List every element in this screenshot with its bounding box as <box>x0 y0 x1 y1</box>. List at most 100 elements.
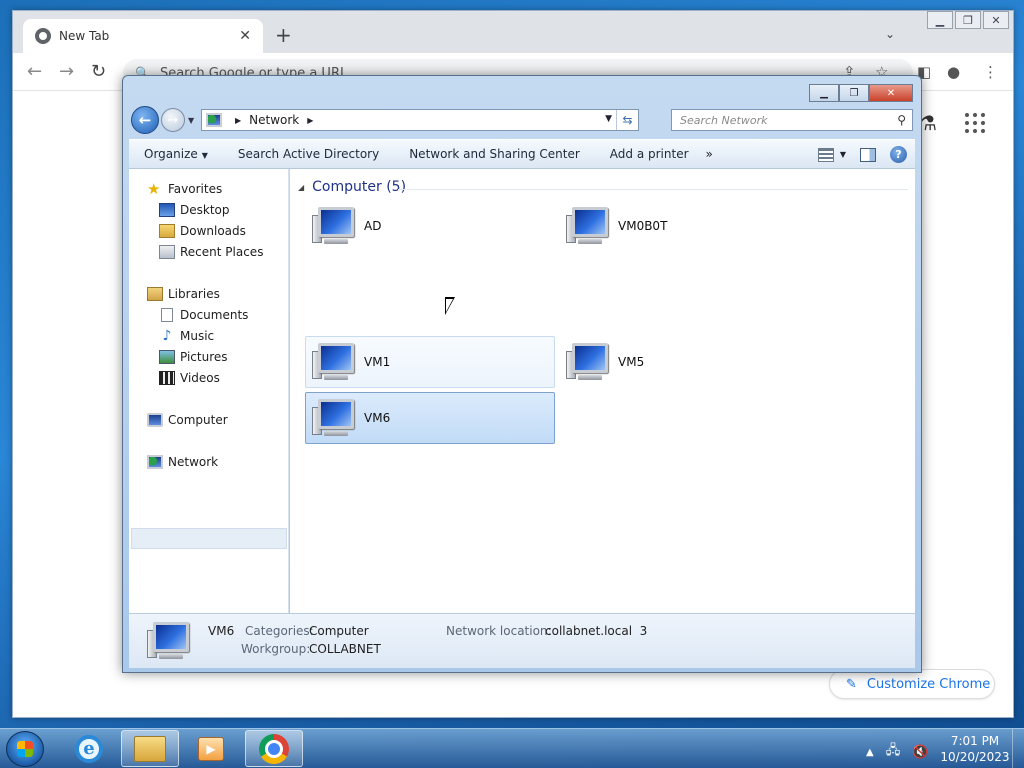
recent-pages-dropdown-icon[interactable]: ▼ <box>188 116 194 125</box>
forward-button[interactable]: → <box>161 108 185 132</box>
music-note-icon: ♪ <box>162 328 172 344</box>
system-tray: ▲ 🖧 🔇 <box>866 741 928 763</box>
network-location-value: collabnet.local 3 <box>545 624 648 638</box>
chrome-window-controls: ▁ ❐ ✕ <box>927 11 1009 29</box>
mouse-cursor-icon <box>445 297 455 315</box>
network-location-label: Network location: <box>446 624 552 638</box>
computer-item-vm0b0t[interactable]: VM0B0T <box>559 200 809 252</box>
network-icon <box>206 113 222 127</box>
nav-documents[interactable]: Documents <box>159 308 248 322</box>
file-list-pane: ◢ Computer (5) AD VM0B0T VM1 VM5 VM6 <box>290 169 915 613</box>
show-hidden-icons-icon[interactable]: ▲ <box>866 747 874 758</box>
network-sharing-center-button[interactable]: Network and Sharing Center <box>394 147 595 161</box>
search-icon[interactable]: ⚲ <box>897 113 906 127</box>
back-button[interactable]: ← <box>131 106 159 134</box>
chrome-favicon-icon <box>35 28 51 44</box>
back-arrow-icon[interactable]: ← <box>27 61 42 82</box>
workgroup-value: COLLABNET <box>309 642 381 656</box>
nav-network[interactable]: Network <box>147 455 218 469</box>
details-name: VM6 <box>208 624 235 638</box>
nav-libraries[interactable]: Libraries <box>147 287 220 301</box>
item-name: VM5 <box>618 355 645 369</box>
explorer-maximize-button[interactable]: ❐ <box>839 84 869 102</box>
breadcrumb-network[interactable]: Network <box>249 113 299 127</box>
computer-item-ad[interactable]: AD <box>305 200 555 252</box>
media-player-icon: ▶ <box>198 736 224 761</box>
command-bar: Organize ▼ Search Active Directory Networ… <box>129 139 915 169</box>
breadcrumb-separator-icon[interactable]: ▶ <box>235 116 241 125</box>
folder-icon <box>134 735 166 762</box>
start-button[interactable] <box>6 731 44 767</box>
maximize-button[interactable]: ❐ <box>955 11 981 29</box>
search-active-directory-button[interactable]: Search Active Directory <box>223 147 394 161</box>
clock-time: 7:01 PM <box>950 734 1000 748</box>
tab-search-icon[interactable]: ⌄ <box>885 27 895 41</box>
nav-desktop[interactable]: Desktop <box>159 203 230 217</box>
group-header-computer[interactable]: ◢ Computer (5) <box>298 179 406 195</box>
explorer-minimize-button[interactable]: ▁ <box>809 84 839 102</box>
customize-chrome-button[interactable]: ✎ Customize Chrome <box>829 669 995 699</box>
nav-videos[interactable]: Videos <box>159 371 220 385</box>
computer-icon <box>564 341 612 383</box>
search-placeholder: Search Network <box>680 113 768 127</box>
more-commands-button[interactable]: » <box>706 147 713 161</box>
explorer-close-button[interactable]: ✕ <box>869 84 913 102</box>
computer-icon <box>310 205 358 247</box>
taskbar-media-player[interactable]: ▶ <box>182 730 240 767</box>
computer-item-vm5[interactable]: VM5 <box>559 336 809 388</box>
forward-arrow-icon[interactable]: → <box>59 61 74 82</box>
close-button[interactable]: ✕ <box>983 11 1009 29</box>
show-desktop-button[interactable] <box>1012 729 1024 768</box>
new-tab-button[interactable]: + <box>275 25 292 45</box>
chrome-tab-new-tab[interactable]: New Tab ✕ <box>23 19 263 53</box>
computer-item-vm6[interactable]: VM6 <box>305 392 555 444</box>
tab-close-icon[interactable]: ✕ <box>239 28 251 44</box>
nav-downloads[interactable]: Downloads <box>159 224 246 238</box>
search-network-input[interactable]: Search Network ⚲ <box>671 109 913 131</box>
group-title: Computer (5) <box>312 179 407 195</box>
tab-title: New Tab <box>59 29 110 43</box>
nav-music[interactable]: ♪ Music <box>159 328 215 344</box>
reload-icon[interactable]: ↻ <box>91 61 106 82</box>
organize-button[interactable]: Organize ▼ <box>129 147 223 161</box>
categories-label: Categories: <box>245 624 314 638</box>
menu-kebab-icon[interactable]: ⋮ <box>983 63 998 81</box>
google-apps-icon[interactable] <box>965 113 985 133</box>
minimize-button[interactable]: ▁ <box>927 11 953 29</box>
address-bar[interactable]: ▶ Network ▶ ▼ ⇆ <box>201 109 639 131</box>
volume-muted-icon[interactable]: 🔇 <box>912 745 928 760</box>
documents-icon <box>161 308 173 322</box>
preview-pane-icon[interactable] <box>860 147 876 162</box>
taskbar-chrome[interactable] <box>245 730 303 767</box>
taskbar-internet-explorer[interactable]: e <box>60 730 118 767</box>
computer-icon <box>310 341 358 383</box>
nav-label: Downloads <box>180 224 246 238</box>
nav-label: Recent Places <box>180 245 264 259</box>
chrome-tab-strip: New Tab ✕ + ⌄ ▁ ❐ ✕ <box>13 11 1013 53</box>
change-view-button[interactable]: ▼ <box>817 147 846 162</box>
help-icon[interactable]: ? <box>890 146 907 163</box>
chevron-down-icon: ▼ <box>201 151 208 160</box>
item-name: AD <box>364 219 382 233</box>
taskbar: e ▶ ▲ 🖧 🔇 7:01 PM 10/20/2023 <box>0 728 1024 768</box>
selected-nav-highlight <box>131 528 287 549</box>
address-dropdown-icon[interactable]: ▼ <box>605 114 612 124</box>
computer-item-vm1[interactable]: VM1 <box>305 336 555 388</box>
nav-pictures[interactable]: Pictures <box>159 350 228 364</box>
chevron-down-icon: ▼ <box>839 150 846 159</box>
refresh-icon[interactable]: ⇆ <box>616 110 638 130</box>
nav-favorites[interactable]: ★ Favorites <box>147 182 223 197</box>
taskbar-windows-explorer[interactable] <box>121 730 179 767</box>
breadcrumb-separator-icon[interactable]: ▶ <box>307 116 313 125</box>
network-status-icon[interactable]: 🖧 <box>886 741 901 763</box>
item-name: VM0B0T <box>618 219 668 233</box>
clock[interactable]: 7:01 PM 10/20/2023 <box>940 733 1010 765</box>
nav-recent-places[interactable]: Recent Places <box>159 245 263 259</box>
nav-label: Favorites <box>168 182 223 196</box>
add-printer-button[interactable]: Add a printer <box>595 147 704 161</box>
nav-computer[interactable]: Computer <box>147 413 228 427</box>
computer-icon <box>310 397 358 439</box>
profile-avatar-icon[interactable]: ● <box>947 63 960 81</box>
view-controls: ▼ ? <box>817 146 907 163</box>
collapse-triangle-icon[interactable]: ◢ <box>298 183 304 192</box>
